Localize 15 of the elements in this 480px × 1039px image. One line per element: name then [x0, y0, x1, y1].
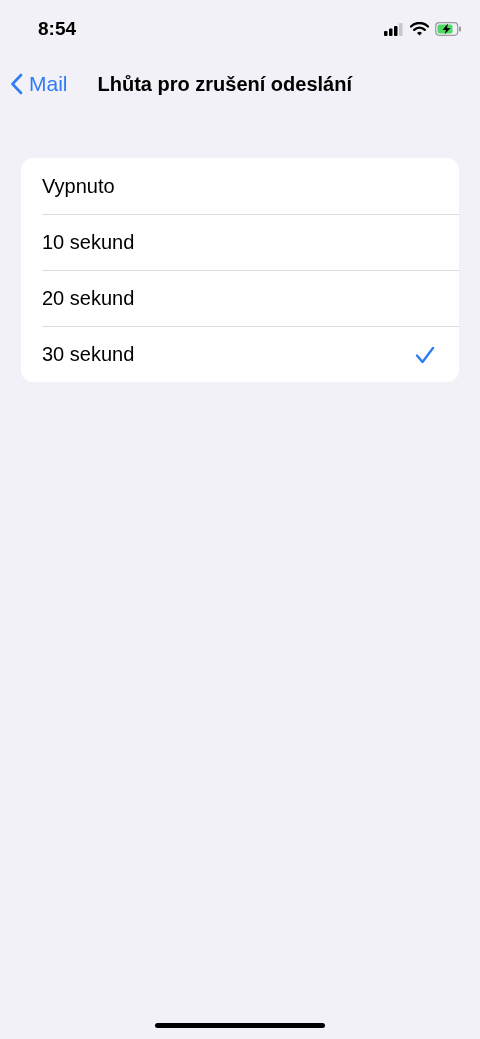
back-link[interactable]: Mail [10, 72, 68, 96]
battery-charging-icon [435, 22, 462, 36]
wifi-icon [410, 22, 429, 36]
chevron-left-icon [10, 73, 23, 95]
option-row[interactable]: 20 sekund [42, 270, 459, 326]
signal-icon [384, 22, 404, 36]
status-time: 8:54 [38, 18, 77, 40]
option-row[interactable]: Vypnuto [42, 158, 459, 214]
option-label: 20 sekund [42, 287, 135, 310]
option-label: 30 sekund [42, 343, 135, 366]
option-row[interactable]: 30 sekund [42, 326, 459, 382]
page-title: Lhůta pro zrušení odeslání [97, 72, 352, 96]
option-row[interactable]: 10 sekund [42, 214, 459, 270]
option-label: Vypnuto [42, 174, 115, 198]
option-label: 10 sekund [42, 231, 135, 254]
